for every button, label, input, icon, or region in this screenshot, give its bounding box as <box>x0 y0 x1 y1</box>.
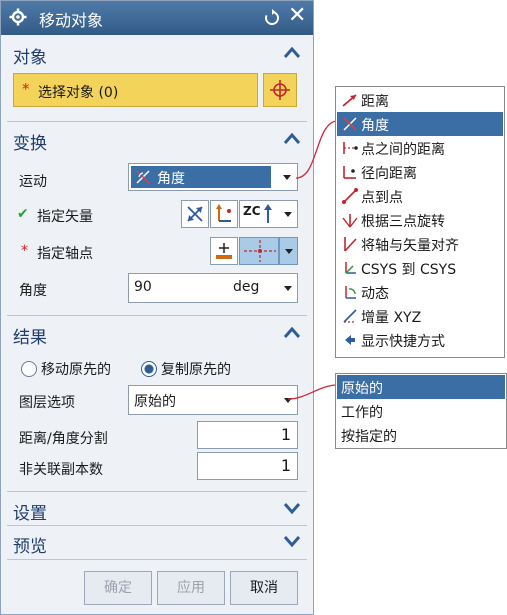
motion-option-csys-to-csys[interactable]: CSYS 到 CSYS <box>337 256 503 280</box>
motion-menu-connector <box>295 120 337 179</box>
motion-option-label: 点到点 <box>361 190 403 206</box>
motion-option-radial-distance[interactable]: 径向距离 <box>337 160 503 184</box>
motion-option-distance[interactable]: 距离 <box>337 88 503 112</box>
align-axis-to-vector-icon <box>344 237 357 252</box>
layer-option-label: 按指定的 <box>341 429 397 445</box>
rotate-by-three-points-icon <box>342 214 358 228</box>
motion-option-show-shortcuts[interactable]: 显示快捷方式 <box>337 328 503 352</box>
motion-option-point-to-point[interactable]: 点到点 <box>337 184 503 208</box>
motion-option-label: 动态 <box>361 286 389 302</box>
motion-option-label: CSYS 到 CSYS <box>361 262 457 278</box>
motion-option-align-axis[interactable]: 将轴与矢量对齐 <box>337 232 503 256</box>
motion-option-label: 增量 XYZ <box>361 310 422 326</box>
layer-option-label: 原始的 <box>341 381 383 397</box>
motion-option-label: 点之间的距离 <box>361 142 445 158</box>
angle-icon <box>343 117 357 131</box>
motion-option-rotate-three-points[interactable]: 根据三点旋转 <box>337 208 503 232</box>
layer-option-dropdown-list: 原始的 工作的 按指定的 <box>335 373 507 449</box>
layer-option-work[interactable]: 工作的 <box>337 399 505 423</box>
motion-option-label: 根据三点旋转 <box>361 214 445 230</box>
motion-option-label: 显示快捷方式 <box>361 334 445 350</box>
show-shortcuts-icon <box>345 335 355 345</box>
distance-between-points-icon <box>343 142 358 154</box>
point-to-point-icon <box>342 188 358 204</box>
motion-option-label: 径向距离 <box>361 166 417 182</box>
dynamic-icon <box>345 286 356 299</box>
delta-xyz-icon <box>343 309 357 323</box>
csys-to-csys-icon <box>345 262 356 274</box>
distance-icon <box>342 94 357 107</box>
motion-option-label: 角度 <box>361 118 389 134</box>
motion-option-label: 距离 <box>361 94 389 110</box>
layer-menu-connector <box>287 384 337 400</box>
motion-dropdown-list: 距离 角度 点之间的距离 径向距离 点到点 根据三点旋转 将轴与矢量对齐 CSY… <box>335 86 505 358</box>
motion-option-distance-between-points[interactable]: 点之间的距离 <box>337 136 503 160</box>
layer-option-as-specified[interactable]: 按指定的 <box>337 423 505 447</box>
motion-option-label: 将轴与矢量对齐 <box>361 238 459 254</box>
layer-option-original[interactable]: 原始的 <box>337 375 505 399</box>
radial-distance-icon <box>343 166 356 179</box>
layer-option-label: 工作的 <box>341 405 383 421</box>
motion-option-dynamic[interactable]: 动态 <box>337 280 503 304</box>
motion-option-angle[interactable]: 角度 <box>337 112 503 136</box>
motion-option-delta-xyz[interactable]: 增量 XYZ <box>337 304 503 328</box>
